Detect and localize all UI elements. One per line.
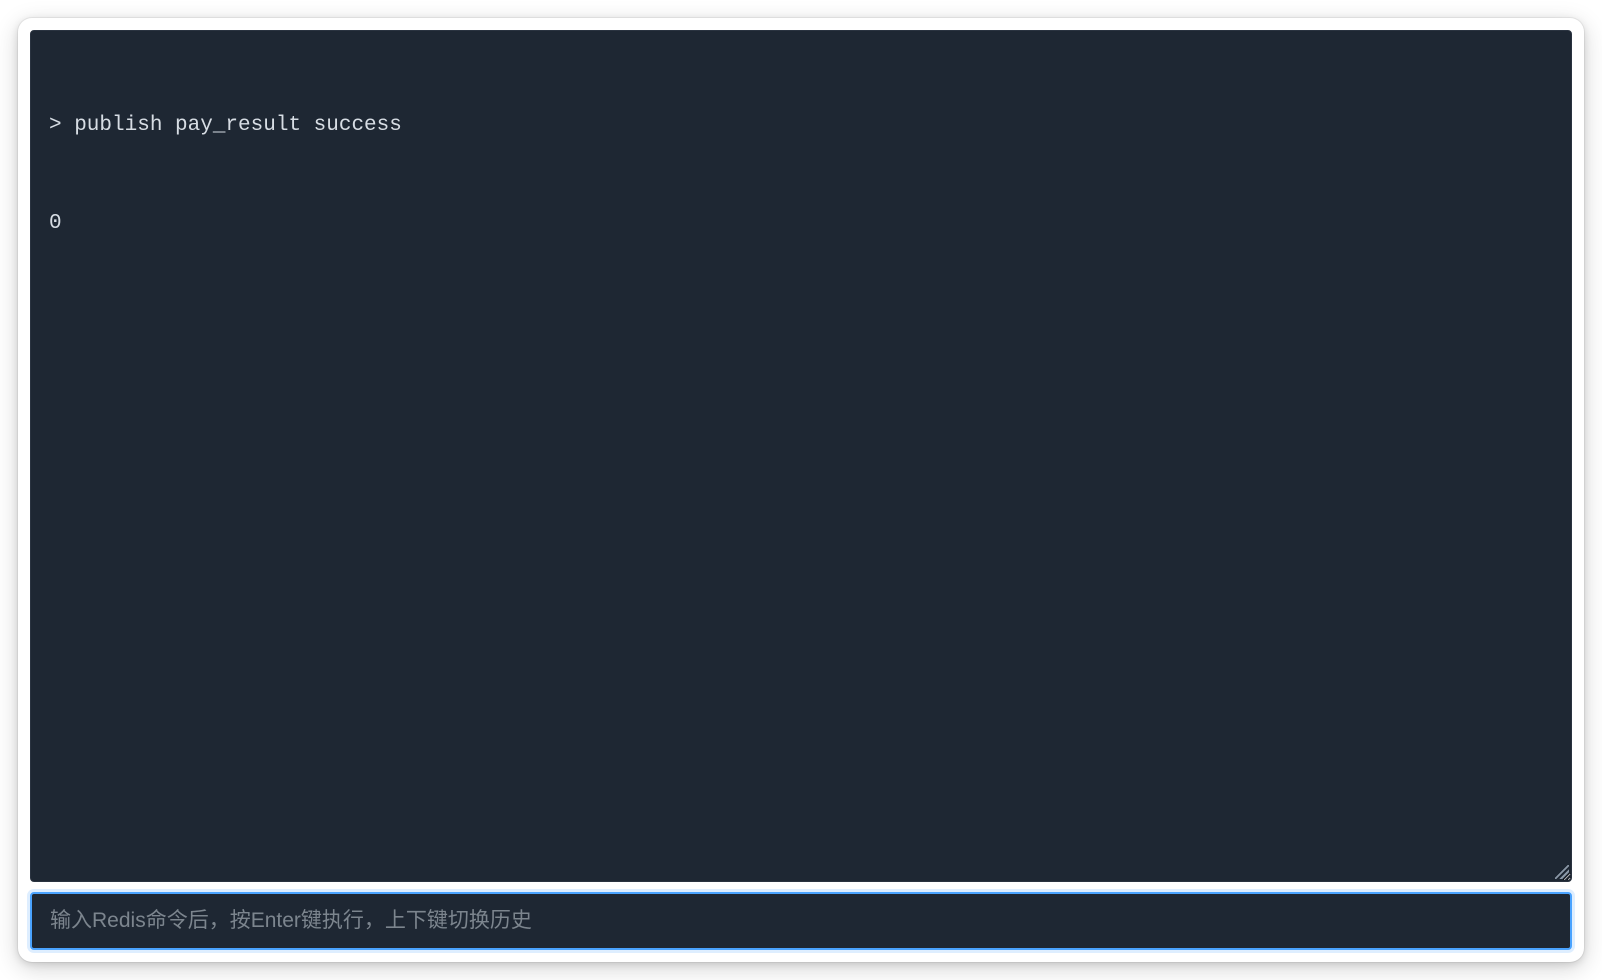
redis-console-panel: > publish pay_result success 0: [18, 18, 1584, 962]
command-input-container: [30, 892, 1572, 950]
terminal-line: 0: [49, 208, 1553, 241]
terminal-output[interactable]: > publish pay_result success 0: [30, 30, 1572, 882]
terminal-line: > publish pay_result success: [49, 110, 1553, 143]
command-input[interactable]: [50, 909, 1552, 933]
